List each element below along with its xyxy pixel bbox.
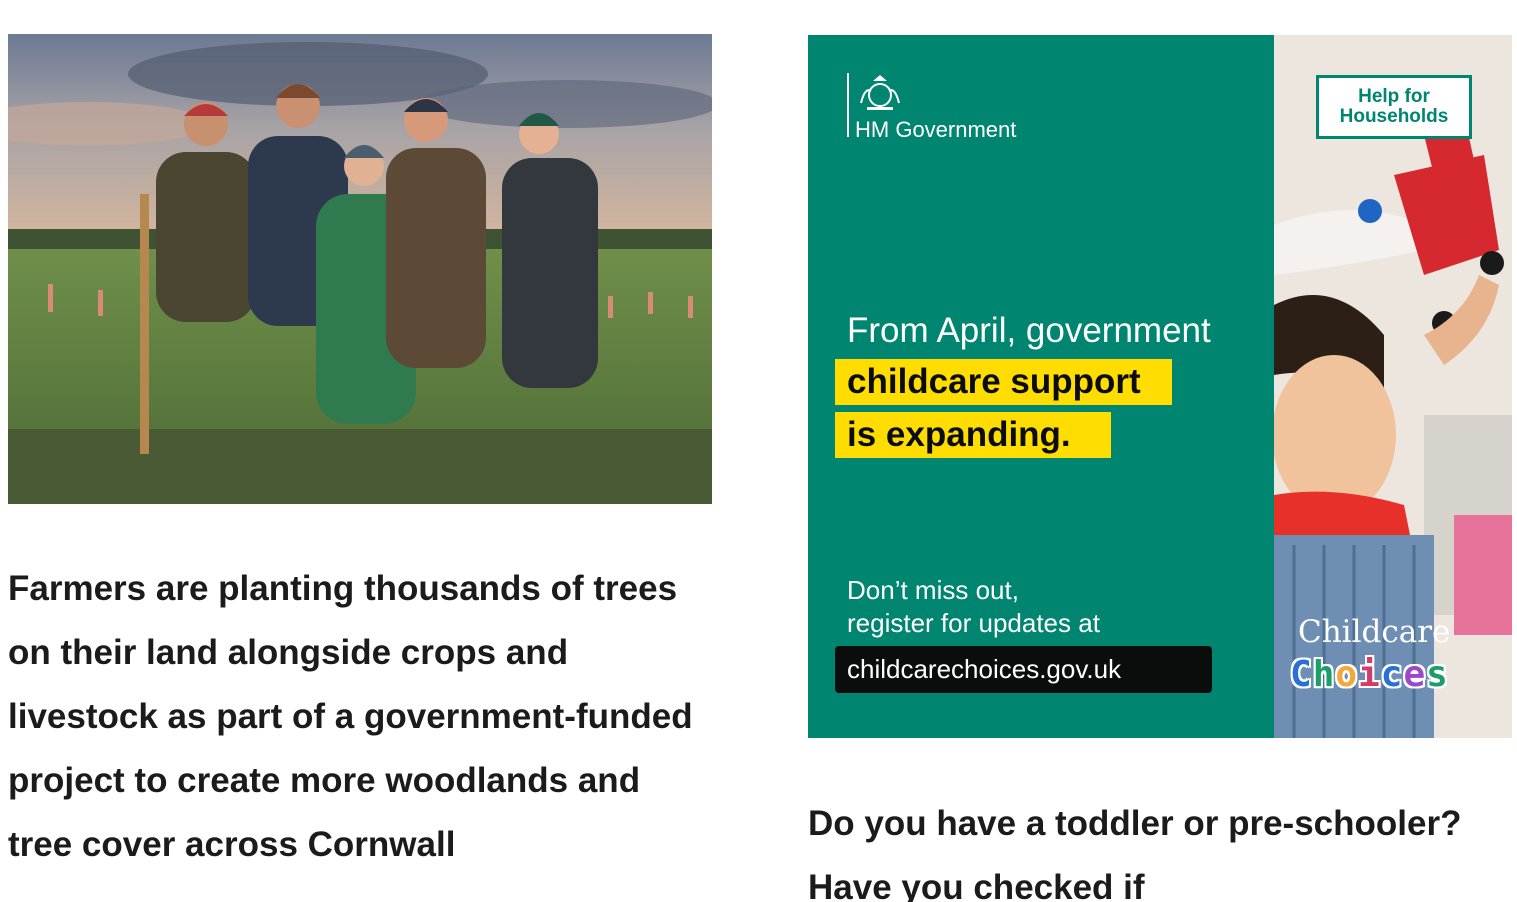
ad-highlight-1: childcare support — [835, 359, 1172, 405]
ad-highlight-2: is expanding. — [835, 412, 1111, 458]
article-headline[interactable]: Do you have a toddler or pre-schooler? H… — [808, 792, 1512, 902]
childcare-ad[interactable]: HM Government From April, government chi… — [808, 35, 1512, 738]
ad-cta-line2: register for updates at — [847, 608, 1100, 638]
royal-crest-icon — [860, 75, 900, 110]
badge-line2: Households — [1339, 106, 1449, 127]
choices-letters: Choices — [1290, 654, 1449, 695]
ad-cta-text: Don’t miss out, register for updates at — [847, 574, 1100, 640]
childcare-brand-word: Childcare — [1298, 614, 1451, 650]
ad-intro-text: From April, government — [847, 311, 1211, 350]
article-headline[interactable]: Farmers are planting thousands of trees … — [8, 557, 713, 877]
farmers-photo[interactable] — [8, 34, 712, 504]
crest-divider — [847, 73, 849, 137]
farmers-photo-illustration — [8, 34, 712, 504]
page: Farmers are planting thousands of trees … — [0, 0, 1517, 902]
childcare-url[interactable]: childcarechoices.gov.uk — [835, 646, 1212, 693]
help-for-households-badge: Help for Households — [1316, 75, 1472, 139]
choices-brand-word: Choices — [1290, 655, 1449, 695]
badge-line1: Help for — [1358, 86, 1430, 107]
hm-government-label: HM Government — [855, 117, 1017, 142]
ad-cta-line1: Don’t miss out, — [847, 575, 1019, 605]
